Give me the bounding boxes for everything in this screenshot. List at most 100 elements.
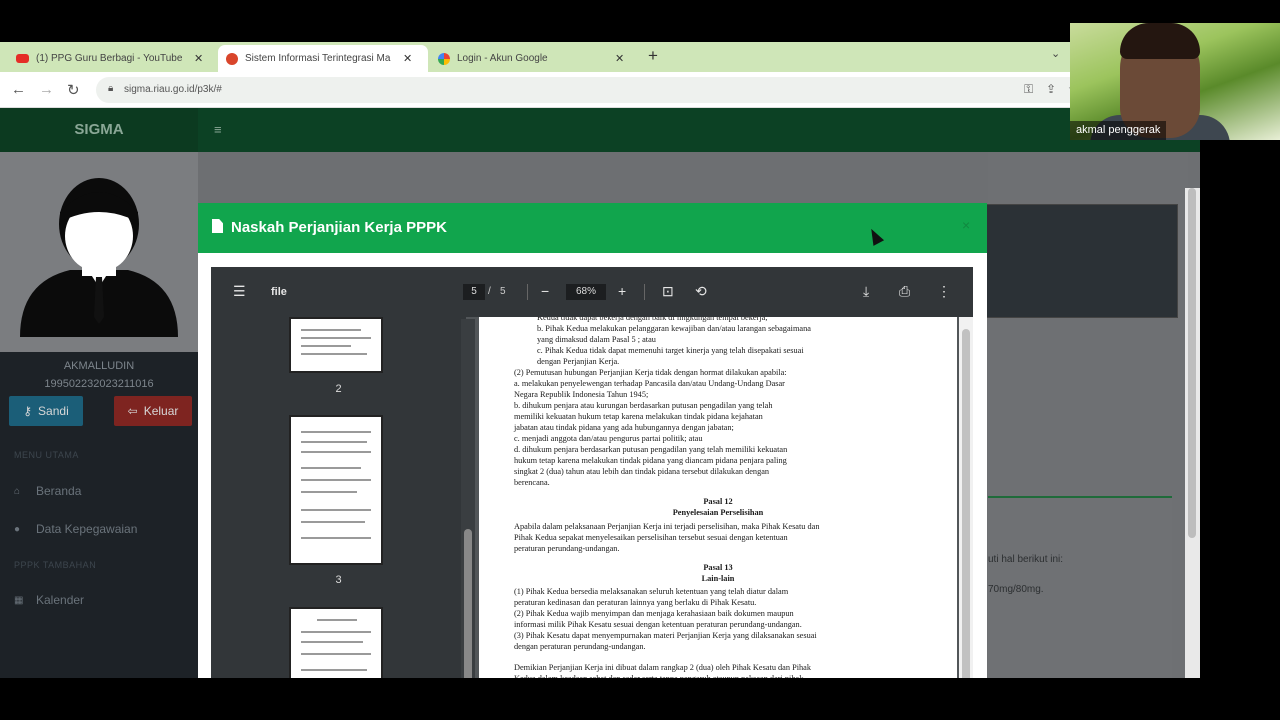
thumbnail-scrollbar[interactable] (461, 319, 475, 678)
person-hair (1120, 23, 1200, 59)
document-line: memiliki kekuatan hukum tetap karena mel… (514, 412, 763, 421)
screen: (1) PPG Guru Berbagi - YouTube ✕ Sistem … (0, 0, 1280, 720)
avatar (0, 152, 198, 352)
pasal-heading: Pasal 13 (703, 563, 733, 572)
zoom-out-button[interactable]: − (541, 283, 549, 299)
document-line: (2) Pemutusan hubungan Perjanjian Kerja … (514, 368, 787, 377)
sidebar-item-kalender[interactable]: ▦ Kalender (14, 593, 84, 607)
page-number-input[interactable]: 5 (463, 284, 485, 300)
app-header: SIGMA ≡ (0, 108, 1200, 152)
sidebar-item-label: Kalender (36, 593, 85, 607)
google-icon (438, 52, 450, 65)
document-line: informasi milik Pihak Kesatu sesuai deng… (514, 620, 802, 629)
more-options-icon[interactable]: ⋮ (937, 283, 951, 300)
tab-title: (1) PPG Guru Berbagi - YouTube (36, 53, 183, 64)
hamburger-menu-icon[interactable]: ≡ (214, 122, 222, 137)
pdf-toolbar: ☰ file 5 / 5 − 68% + ⊡ ⟲ ⤓ ⎙ ⋮ (211, 267, 973, 317)
tab-google[interactable]: Login - Akun Google ✕ (430, 45, 640, 72)
document-scrollbar[interactable] (959, 317, 973, 678)
tab-search-button[interactable]: ⌄ (1051, 47, 1060, 60)
webcam-name-label: akmal penggerak (1070, 121, 1167, 140)
scrollbar-thumb[interactable] (1188, 188, 1196, 538)
pasal-heading: Pasal 12 (703, 497, 733, 506)
reload-button[interactable]: ↻ (67, 81, 80, 99)
print-icon[interactable]: ⎙ (899, 283, 910, 300)
user-icon: ● (14, 523, 21, 535)
share-icon[interactable]: ⇪ (1046, 82, 1056, 96)
new-tab-button[interactable]: + (648, 46, 658, 66)
key-icon[interactable]: ⚿ (1024, 82, 1033, 97)
close-icon[interactable]: × (962, 217, 970, 233)
pdf-file-name: file (271, 286, 287, 298)
page-scrollbar[interactable] (1185, 188, 1200, 678)
lock-icon: 🔒︎ (108, 83, 114, 94)
browser-toolbar: ← → ↻ 🔒︎ sigma.riau.go.id/p3k/# ⚿ ⇪ ☆ (0, 72, 1200, 108)
menu-section-heading: PPPK TAMBAHAN (14, 560, 97, 570)
document-line: yang dimaksud dalam Pasal 5 ; atau (537, 335, 656, 344)
sidebar-item-beranda[interactable]: ⌂ Beranda (14, 484, 81, 498)
pasal-title: Lain-lain (701, 574, 735, 583)
tab-sigma[interactable]: Sistem Informasi Terintegrasi Ma ✕ (218, 45, 428, 72)
sigma-favicon-icon (226, 52, 238, 65)
document-line: Kedua tidak dapat bekerja dengan baik di… (537, 317, 768, 322)
zoom-input[interactable]: 68% (566, 284, 606, 300)
web-page: SIGMA ≡ AKMALLUDIN 199502232023211016 ⚷ … (0, 108, 1200, 678)
user-name: AKMALLUDIN (63, 360, 135, 372)
menu-icon[interactable]: ☰ (233, 283, 246, 300)
document-line: jabatan atau tindak pidana yang ada hubu… (514, 423, 734, 432)
rotate-icon[interactable]: ⟲ (695, 283, 707, 300)
document-area: Kedua tidak dapat bekerja dengan baik di… (475, 317, 973, 678)
app-brand: SIGMA (0, 108, 198, 152)
sandi-label: Sandi (38, 404, 69, 418)
tab-close-icon[interactable]: ✕ (403, 52, 412, 65)
document-line: (2) Pihak Kedua wajib menyimpan dan menj… (514, 609, 794, 618)
download-icon[interactable]: ⤓ (863, 283, 869, 300)
home-icon: ⌂ (14, 485, 21, 497)
logout-button[interactable]: ⇦ Keluar (114, 396, 192, 426)
document-line: c. menjadi anggota dan/atau pengurus par… (514, 434, 703, 443)
zoom-in-button[interactable]: + (618, 283, 626, 299)
toolbar-divider (644, 284, 645, 300)
thumbnail-page-4[interactable] (289, 607, 383, 678)
thumbnail-page-3[interactable] (289, 415, 383, 565)
document-line: peraturan perundang-undangan. (514, 544, 620, 553)
document-line: d. dihukum penjara berdasarkan putusan p… (514, 445, 788, 454)
scrollbar-thumb[interactable] (962, 329, 970, 678)
sidebar-item-label: Beranda (36, 484, 82, 498)
document-line: peraturan kedinasan dan peraturan lainny… (514, 598, 757, 607)
key-icon: ⚷ (23, 404, 33, 418)
address-bar[interactable]: 🔒︎ sigma.riau.go.id/p3k/# (96, 77, 1096, 103)
document-line: dengan peraturan perundang-undangan. (514, 642, 646, 651)
change-password-button[interactable]: ⚷ Sandi (9, 396, 83, 426)
forward-button[interactable]: → (39, 81, 54, 98)
thumbnail-pane: 2 3 (211, 317, 466, 678)
content-text: uti hal berikut ini: (988, 554, 1064, 565)
document-line: Kedua dalam keadaan sehat dan sadar sert… (514, 674, 803, 678)
document-line: Pihak Kedua sepakat menyelesaikan persel… (514, 533, 788, 542)
sidebar-item-label: Data Kepegawaian (36, 522, 138, 536)
user-nip: 199502232023211016 (44, 378, 154, 390)
menu-section-heading: MENU UTAMA (14, 450, 79, 460)
file-icon (212, 219, 223, 233)
tab-strip: (1) PPG Guru Berbagi - YouTube ✕ Sistem … (0, 42, 1200, 72)
logout-icon: ⇦ (127, 404, 138, 418)
document-line: c. Pihak Kedua tidak dapat memenuhi targ… (537, 346, 804, 355)
tab-youtube[interactable]: (1) PPG Guru Berbagi - YouTube ✕ (8, 45, 218, 72)
modal-header: Naskah Perjanjian Kerja PPPK × (198, 203, 987, 253)
document-line: berencana. (514, 478, 550, 487)
fit-page-icon[interactable]: ⊡ (662, 283, 674, 300)
tab-close-icon[interactable]: ✕ (194, 52, 203, 65)
page-separator: / (488, 286, 491, 297)
tab-title: Login - Akun Google (457, 53, 548, 64)
content-text: 70mg/80mg. (988, 584, 1044, 595)
tab-close-icon[interactable]: ✕ (615, 52, 624, 65)
document-line: b. dihukum penjara atau kurungan berdasa… (514, 401, 773, 410)
calendar-icon: ▦ (14, 594, 24, 606)
document-line: Apabila dalam pelaksanaan Perjanjian Ker… (514, 522, 820, 531)
sidebar-item-data-kepegawaian[interactable]: ● Data Kepegawaian (14, 522, 137, 536)
document-line: Negara Republik Indonesia Tahun 1945; (514, 390, 649, 399)
thumbnail-page-2[interactable] (289, 317, 383, 373)
back-button[interactable]: ← (11, 81, 26, 98)
scrollbar-thumb[interactable] (464, 529, 472, 678)
thumbnail-label: 3 (335, 574, 342, 586)
